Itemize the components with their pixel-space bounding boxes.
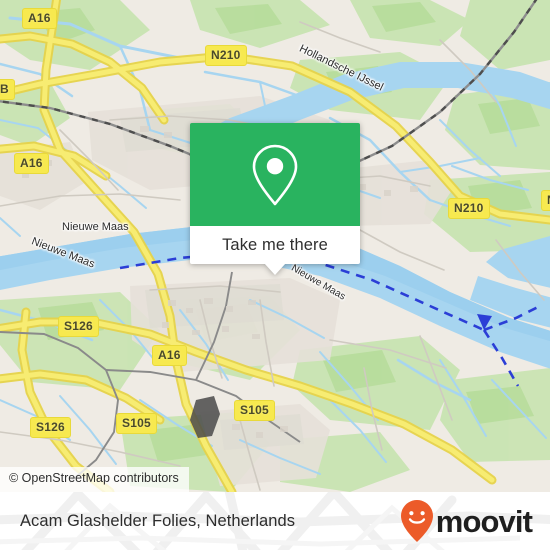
callout-icon-panel [190, 123, 360, 226]
road-shield-s105[interactable]: S105 [234, 400, 275, 421]
take-me-there-callout[interactable]: Take me there [190, 123, 360, 275]
road-shield-partial-right[interactable]: N [541, 190, 550, 211]
road-shield-a16-3[interactable]: A16 [152, 345, 187, 366]
location-title: Acam Glashelder Folies, Netherlands [20, 511, 296, 530]
road-shield-s126-2[interactable]: S126 [30, 417, 71, 438]
road-shield-n210[interactable]: N210 [205, 45, 247, 66]
road-shield-partial-left[interactable]: B [0, 79, 15, 100]
callout-pointer [264, 263, 286, 275]
road-shield-s105-2[interactable]: S105 [116, 413, 157, 434]
callout-label-panel[interactable]: Take me there [190, 226, 360, 275]
road-shield-a16-2[interactable]: A16 [14, 153, 49, 174]
map-attribution[interactable]: © OpenStreetMap contributors [0, 467, 189, 492]
moovit-logo[interactable]: moovit [400, 499, 533, 543]
footer-bar: Acam Glashelder Folies, Netherlands moov… [0, 492, 550, 550]
map-pin-icon [252, 144, 298, 205]
callout-label: Take me there [222, 235, 328, 254]
moovit-pin-smiley-icon [400, 500, 433, 542]
road-shield-s126[interactable]: S126 [58, 316, 99, 337]
road-shield-n210-2[interactable]: N210 [448, 198, 490, 219]
moovit-wordmark: moovit [435, 503, 533, 539]
map-canvas[interactable]: A16 B N210 A16 N210 N S126 A16 S105 S105… [0, 0, 550, 492]
moovit-map-page: A16 B N210 A16 N210 N S126 A16 S105 S105… [0, 0, 550, 550]
road-shield-a16[interactable]: A16 [22, 8, 57, 29]
